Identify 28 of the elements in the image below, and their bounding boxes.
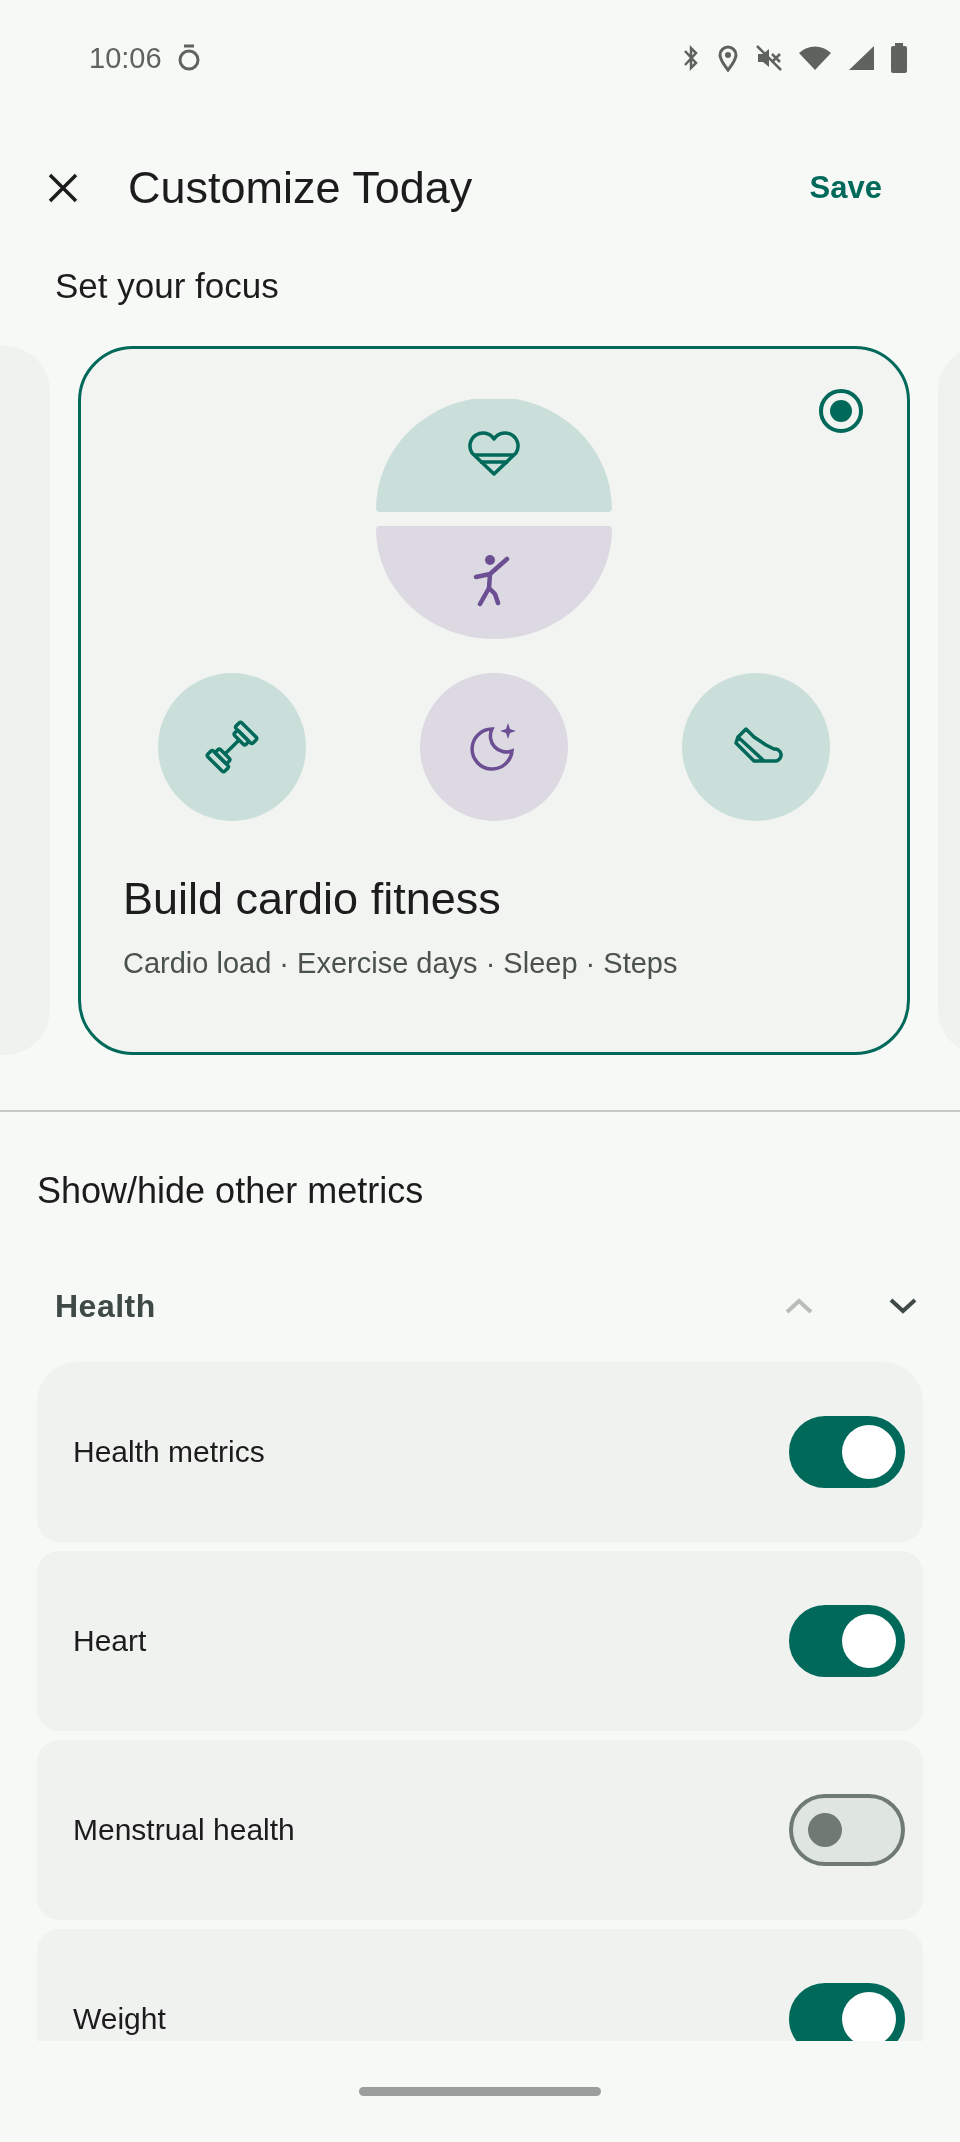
radio-button[interactable] — [817, 387, 865, 435]
section-heading: Show/hide other metrics — [36, 1170, 425, 1212]
focus-title: Build cardio fitness — [123, 873, 501, 925]
toggle-switch[interactable] — [789, 1983, 905, 2041]
moon-icon — [420, 673, 568, 821]
metric-label: Weight — [73, 2002, 167, 2036]
metric-label: Health metrics — [73, 1435, 266, 1469]
dumbbell-icon — [158, 673, 306, 821]
shoe-icon — [682, 673, 830, 821]
runner-icon — [376, 526, 612, 639]
close-icon — [47, 172, 79, 204]
home-handle[interactable] — [359, 2087, 601, 2096]
close-button[interactable] — [46, 171, 80, 205]
chevron-down-icon — [887, 1296, 919, 1316]
mute-icon — [754, 43, 784, 73]
heart-icon — [376, 399, 612, 512]
save-button[interactable]: Save — [801, 166, 890, 210]
status-time: 10:06 — [89, 41, 162, 75]
chevron-up-icon — [783, 1296, 815, 1316]
metric-label: Menstrual health — [73, 1813, 296, 1847]
metric-label: Heart — [73, 1624, 148, 1658]
battery-icon — [890, 42, 908, 74]
focus-card[interactable]: Build cardio fitness Cardio load · Exercise days · Sleep · Steps — [78, 346, 910, 1055]
group-title: Health — [55, 1287, 156, 1325]
page-title: Customize Today — [128, 162, 474, 214]
section-heading: Set your focus — [54, 265, 280, 307]
focus-metrics: Cardio load · Exercise days · Sleep · Steps — [123, 947, 678, 980]
location-icon — [716, 43, 740, 73]
